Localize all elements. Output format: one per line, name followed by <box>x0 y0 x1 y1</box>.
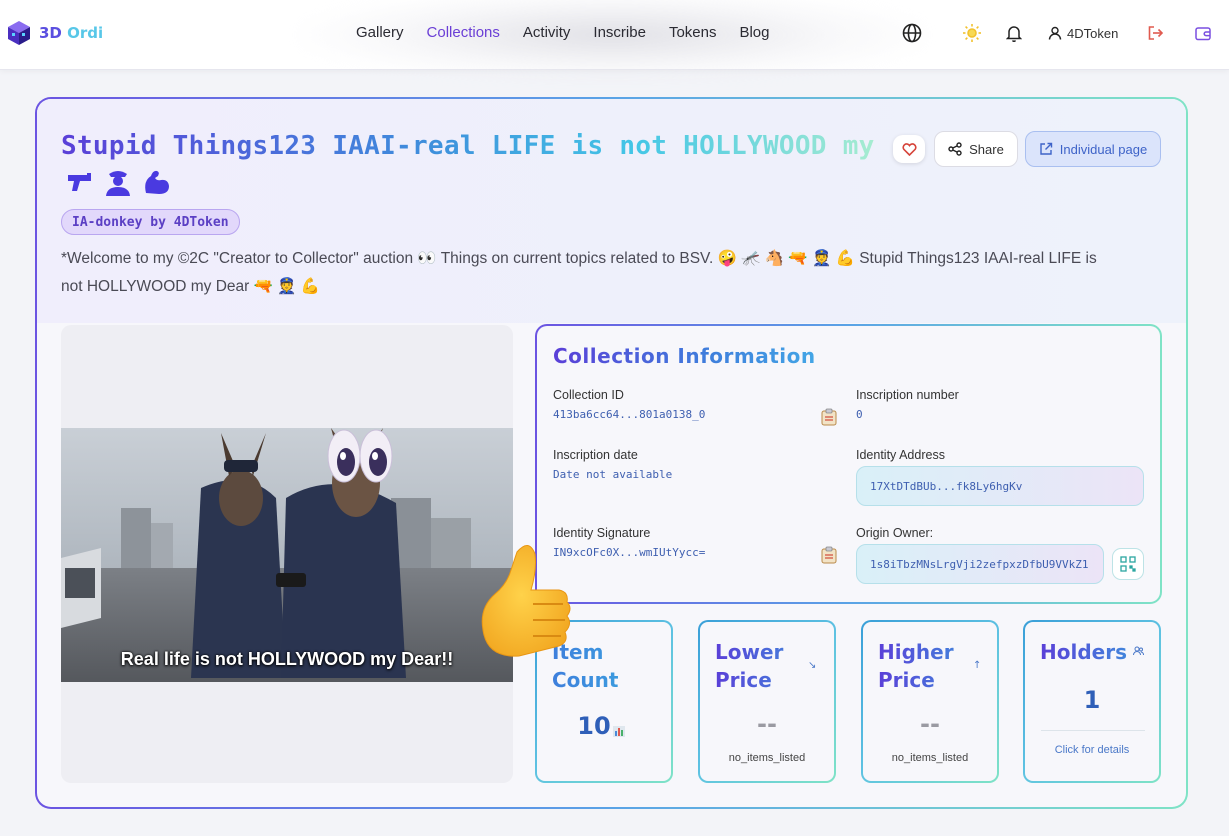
username: 4DToken <box>1067 25 1119 41</box>
collection-info-title: Collection Information <box>553 344 816 368</box>
clipboard-icon[interactable] <box>821 408 837 426</box>
globe-icon <box>902 23 922 43</box>
collection-id-label: Collection ID <box>553 388 624 402</box>
share-button[interactable]: Share <box>934 131 1018 167</box>
collection-info-panel: Collection Information Collection ID 413… <box>535 324 1162 604</box>
theme-toggle-button[interactable] <box>959 20 985 46</box>
description-line: *Welcome to my ©2C "Creator to Collector… <box>61 250 1097 267</box>
lower-price-title: Lower Price <box>715 638 815 694</box>
eyes-emoji-icon <box>327 429 393 483</box>
bar-chart-icon <box>613 726 625 737</box>
favorite-button[interactable] <box>893 135 925 163</box>
thumbs-up-emoji-icon <box>481 545 571 657</box>
user-icon <box>1048 26 1062 40</box>
inscription-date-label: Inscription date <box>553 448 638 462</box>
higher-price-note: no_items_listed <box>891 752 969 764</box>
collection-description: *Welcome to my ©2C "Creator to Collector… <box>61 245 1161 301</box>
holders-card[interactable]: Holders 1 Click for details <box>1023 620 1161 783</box>
description-line: not HOLLYWOOD my Dear 🔫 👮 💪 <box>61 278 321 295</box>
share-icon <box>948 142 962 156</box>
artwork-caption: Real life is not HOLLYWOOD my Dear!! <box>120 649 454 669</box>
collection-card: Stupid Things123 IAAI-real LIFE is not H… <box>35 97 1188 809</box>
title-emoji-row <box>65 167 171 197</box>
logout-icon <box>1148 26 1163 40</box>
holders-value: 1 <box>1083 686 1101 714</box>
holders-divider <box>1041 730 1145 731</box>
identity-address-field[interactable]: 17XtDTdBUb...fk8Ly6hgKv <box>856 466 1144 506</box>
inscription-number-value: 0 <box>856 408 863 421</box>
share-label: Share <box>969 141 1004 157</box>
trend-up-icon: ↑ <box>973 660 982 671</box>
collection-artwork[interactable]: Real life is not HOLLYWOOD my Dear!! <box>61 428 513 682</box>
origin-owner-label: Origin Owner: <box>856 526 934 540</box>
wallet-icon <box>1195 26 1211 40</box>
language-button[interactable] <box>899 20 925 46</box>
logout-button[interactable] <box>1142 20 1168 46</box>
sun-icon <box>963 24 981 42</box>
water-pistol-icon <box>68 173 91 191</box>
users-icon <box>1133 646 1144 656</box>
notifications-button[interactable] <box>1001 20 1027 46</box>
collection-actions: Share Individual page <box>37 131 1186 169</box>
higher-price-value: -- <box>920 710 940 738</box>
qr-code-button[interactable] <box>1112 548 1144 580</box>
top-navbar: 3D Ordi Gallery Collections Activity Ins… <box>0 0 1229 80</box>
higher-price-card: Higher Price ↑ -- no_items_listed <box>861 620 999 783</box>
wallet-button[interactable] <box>1190 20 1216 46</box>
individual-page-label: Individual page <box>1059 141 1148 157</box>
identity-address-label: Identity Address <box>856 448 945 462</box>
trend-down-icon: ↘ <box>808 660 817 671</box>
user-menu[interactable]: 4DToken <box>1048 20 1118 46</box>
collection-id-value: 413ba6cc64...801a0138_0 <box>553 408 706 421</box>
holders-details-link[interactable]: Click for details <box>1025 744 1159 756</box>
bell-icon <box>1006 25 1022 42</box>
clipboard-icon[interactable] <box>821 546 837 564</box>
artwork-illustration <box>61 428 513 682</box>
lower-price-value: -- <box>757 710 777 738</box>
origin-owner-field[interactable]: 1s8iTbzMNsLrgVji2zefpxzDfbU9VVkZ1 <box>856 544 1104 584</box>
qr-code-icon <box>1120 556 1136 572</box>
lower-price-card: Lower Price ↘ -- no_items_listed <box>698 620 836 783</box>
nav-actions: 4DToken <box>0 20 1229 46</box>
higher-price-title: Higher Price <box>878 638 978 694</box>
individual-page-button[interactable]: Individual page <box>1025 131 1161 167</box>
inscription-date-value: Date not available <box>553 468 673 481</box>
creator-badge[interactable]: IA-donkey by 4DToken <box>61 209 240 235</box>
heart-icon <box>901 142 917 156</box>
collection-image-panel: Real life is not HOLLYWOOD my Dear!! <box>61 325 571 783</box>
item-count-value: 10 <box>577 712 611 740</box>
flexed-biceps-icon <box>145 170 169 194</box>
external-link-icon <box>1040 142 1052 155</box>
holders-title: Holders <box>1040 638 1140 666</box>
inscription-number-label: Inscription number <box>856 388 959 402</box>
lower-price-note: no_items_listed <box>728 752 806 764</box>
police-officer-icon <box>106 171 130 196</box>
